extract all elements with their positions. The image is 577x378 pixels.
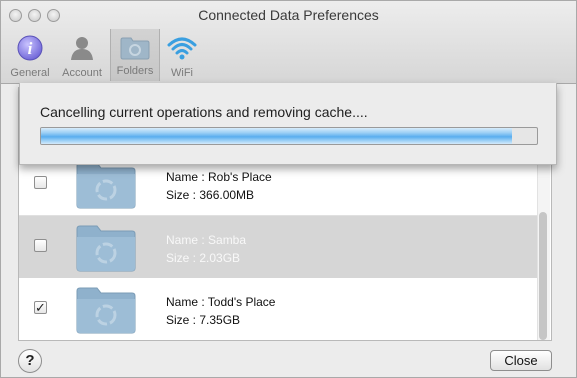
folder-size: Size : 366.00MB	[166, 188, 255, 202]
preferences-window: Connected Data Preferences i General Acc…	[0, 0, 577, 378]
folder-name: Name : Rob's Place	[166, 170, 272, 184]
toolbar-general-label: General	[10, 67, 50, 79]
shared-folder-icon	[76, 225, 136, 272]
folder-name: Name : Samba	[166, 233, 247, 247]
list-item[interactable]: ✓ Name : Todd's Place Size : 7.35GB	[19, 278, 539, 340]
folder-name: Name : Todd's Place	[166, 295, 276, 309]
folder-checkbox[interactable]	[34, 176, 47, 189]
toolbar-wifi-label: WiFi	[171, 67, 193, 79]
scrollbar-thumb[interactable]	[539, 212, 547, 340]
checkmark-icon: ✓	[35, 300, 46, 315]
list-item[interactable]: Name : Samba Size : 2.03GB	[19, 216, 539, 278]
titlebar: Connected Data Preferences i General Acc…	[1, 1, 576, 84]
shared-folder-icon	[76, 162, 136, 209]
progress-sheet: Cancelling current operations and removi…	[19, 83, 557, 165]
folder-info: Name : Rob's Place Size : 366.00MB	[166, 168, 272, 204]
info-icon: i	[17, 35, 43, 64]
toolbar-wifi[interactable]: WiFi	[158, 31, 206, 79]
toolbar-general[interactable]: i General	[6, 31, 54, 79]
svg-text:i: i	[28, 39, 33, 58]
progress-bar	[40, 127, 538, 145]
progress-message: Cancelling current operations and removi…	[40, 104, 368, 120]
window-title: Connected Data Preferences	[198, 7, 379, 23]
help-button[interactable]: ?	[18, 349, 42, 373]
progress-bar-fill	[41, 128, 513, 144]
toolbar-account[interactable]: Account	[58, 31, 106, 79]
folder-size: Size : 7.35GB	[166, 313, 241, 327]
folder-info: Name : Samba Size : 2.03GB	[166, 231, 246, 267]
folder-checkbox[interactable]	[34, 239, 47, 252]
folder-info: Name : Todd's Place Size : 7.35GB	[166, 293, 275, 329]
shared-folder-icon	[76, 287, 136, 334]
close-button[interactable]: Close	[490, 350, 552, 371]
folder-icon	[120, 36, 150, 63]
person-icon	[69, 35, 95, 64]
toolbar-account-label: Account	[62, 67, 102, 79]
folder-checkbox[interactable]: ✓	[34, 301, 47, 314]
toolbar-folders[interactable]: Folders	[110, 29, 160, 81]
toolbar-folders-label: Folders	[116, 65, 154, 77]
folder-size: Size : 2.03GB	[166, 251, 241, 265]
wifi-icon	[167, 35, 197, 64]
